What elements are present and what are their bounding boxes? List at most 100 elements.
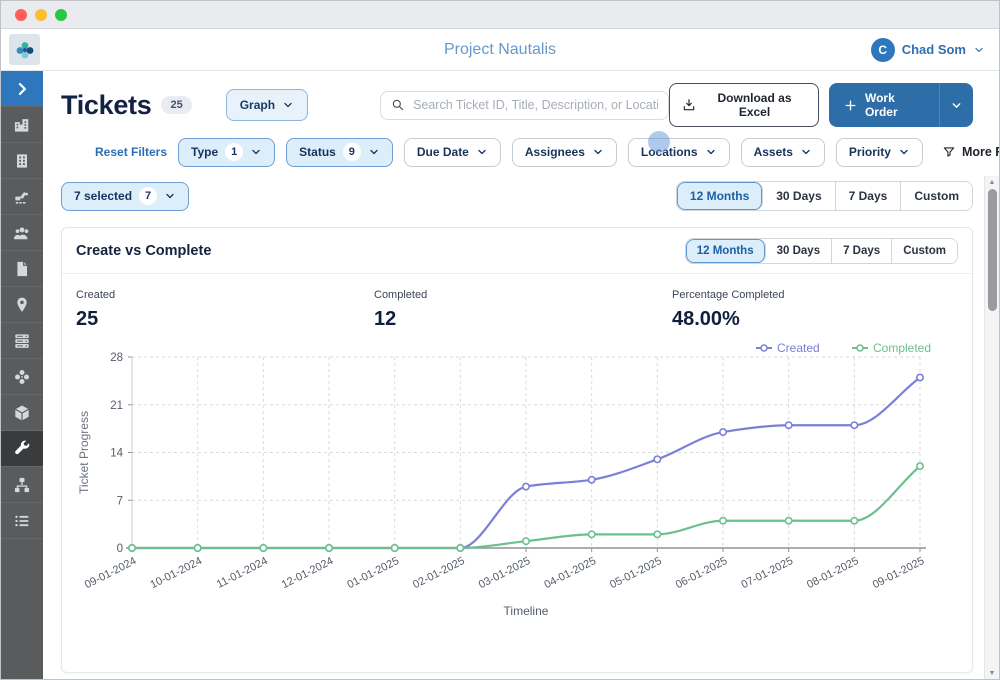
scroll-down-arrow[interactable]: ▼: [989, 667, 996, 679]
reset-filters-link[interactable]: Reset Filters: [95, 145, 167, 159]
line-chart-svg: 0714212809-01-202410-01-202411-01-202412…: [70, 343, 960, 621]
sidebar-item-list[interactable]: [1, 503, 43, 539]
sidebar-item-location-pin[interactable]: [1, 287, 43, 323]
list-icon: [12, 511, 32, 531]
create-vs-complete-card: Create vs Complete 12 Months30 Days7 Day…: [61, 227, 973, 673]
sidebar-item-excavator[interactable]: [1, 179, 43, 215]
svg-text:05-01-2025: 05-01-2025: [608, 555, 664, 591]
macos-titlebar: [1, 1, 999, 29]
card-title: Create vs Complete: [76, 243, 211, 259]
range-tab-12-months[interactable]: 12 Months: [686, 239, 766, 263]
chevron-down-icon: [800, 146, 812, 158]
building-icon: [12, 151, 32, 171]
search-icon: [391, 98, 405, 112]
range-tab-custom[interactable]: Custom: [892, 239, 957, 263]
stat-created: Created 25: [76, 289, 374, 331]
svg-text:10-01-2024: 10-01-2024: [148, 555, 204, 591]
minimize-window-button[interactable]: [35, 9, 47, 21]
range-tab-7-days[interactable]: 7 Days: [832, 239, 892, 263]
filter-chip-assets[interactable]: Assets: [741, 138, 825, 167]
plus-icon: [844, 99, 857, 112]
svg-text:02-01-2025: 02-01-2025: [411, 555, 467, 591]
svg-text:04-01-2025: 04-01-2025: [542, 555, 598, 591]
svg-text:03-01-2025: 03-01-2025: [477, 555, 533, 591]
filter-chip-type[interactable]: Type1: [178, 138, 275, 167]
range-tab-30-days[interactable]: 30 Days: [766, 239, 832, 263]
document-icon: [12, 259, 32, 279]
sidebar-item-wrench[interactable]: [1, 431, 43, 467]
user-menu[interactable]: C Chad Som: [871, 38, 985, 62]
sidebar-item-document[interactable]: [1, 251, 43, 287]
sidebar-item-building[interactable]: [1, 143, 43, 179]
chip-count-badge: 9: [343, 143, 361, 161]
team-icon: [12, 223, 32, 243]
filter-chip-locations[interactable]: Locations: [628, 138, 730, 167]
range-tab-custom[interactable]: Custom: [901, 182, 972, 210]
stat-percentage-completed: Percentage Completed 48.00%: [672, 289, 970, 331]
svg-text:06-01-2025: 06-01-2025: [674, 555, 730, 591]
download-as-excel-button[interactable]: Download as Excel: [669, 83, 819, 127]
scrollbar-thumb[interactable]: [988, 189, 997, 311]
zoom-window-button[interactable]: [55, 9, 67, 21]
more-filters-button[interactable]: More Filters: [942, 145, 999, 159]
logo-icon: [13, 38, 37, 62]
close-window-button[interactable]: [15, 9, 27, 21]
chevron-down-icon: [250, 146, 262, 158]
sitemap-icon: [12, 475, 32, 495]
sidebar-item-chevron-right[interactable]: [1, 71, 43, 107]
chevron-down-icon: [368, 146, 380, 158]
sidebar-item-team[interactable]: [1, 215, 43, 251]
svg-text:21: 21: [110, 400, 123, 412]
sidebar-item-cube[interactable]: [1, 395, 43, 431]
svg-text:09-01-2025: 09-01-2025: [871, 555, 927, 591]
sidebar-item-fan[interactable]: [1, 359, 43, 395]
filter-chip-assignees[interactable]: Assignees: [512, 138, 617, 167]
columns-selected-dropdown[interactable]: 7 selected 7: [61, 182, 189, 211]
app-header: Project Nautalis C Chad Som: [1, 29, 999, 71]
ticket-count-badge: 25: [161, 96, 191, 114]
range-tab-30-days[interactable]: 30 Days: [763, 182, 835, 210]
svg-text:7: 7: [117, 495, 123, 507]
svg-text:08-01-2025: 08-01-2025: [805, 555, 861, 591]
work-order-split-button: Work Order: [829, 83, 973, 127]
create-vs-complete-chart: 0714212809-01-202410-01-202411-01-202412…: [70, 343, 972, 621]
chevron-down-icon: [973, 44, 985, 56]
sidebar-item-city[interactable]: [1, 107, 43, 143]
svg-text:Ticket Progress: Ticket Progress: [77, 411, 91, 494]
chevron-down-icon: [898, 146, 910, 158]
chevron-down-icon: [164, 190, 176, 202]
sidebar-item-sitemap[interactable]: [1, 467, 43, 503]
sidebar-item-server[interactable]: [1, 323, 43, 359]
filter-chip-priority[interactable]: Priority: [836, 138, 923, 167]
svg-text:28: 28: [110, 352, 123, 364]
svg-text:Completed: Completed: [873, 343, 931, 355]
app-logo[interactable]: [9, 34, 40, 65]
page-range-tabs: 12 Months30 Days7 DaysCustom: [676, 181, 973, 211]
work-order-dropdown-toggle[interactable]: [940, 83, 973, 127]
svg-text:14: 14: [110, 448, 123, 460]
selection-row: 7 selected 7 12 Months30 Days7 DaysCusto…: [61, 181, 973, 211]
search-input[interactable]: [413, 98, 658, 112]
filter-chip-due-date[interactable]: Due Date: [404, 138, 501, 167]
page-title-header: Project Nautalis: [1, 41, 999, 59]
view-mode-dropdown[interactable]: Graph: [226, 89, 308, 121]
stat-completed: Completed 12: [374, 289, 672, 331]
search-bar[interactable]: [380, 91, 669, 120]
city-icon: [12, 115, 32, 135]
card-range-tabs: 12 Months30 Days7 DaysCustom: [685, 238, 958, 264]
range-tab-12-months[interactable]: 12 Months: [677, 182, 763, 210]
filter-chip-status[interactable]: Status9: [286, 138, 393, 167]
scroll-up-arrow[interactable]: ▲: [989, 176, 996, 188]
download-icon: [682, 98, 696, 112]
add-work-order-button[interactable]: Work Order: [829, 83, 940, 127]
user-name: Chad Som: [902, 42, 966, 57]
summary-stats: Created 25 Completed 12 Percentage Compl…: [62, 274, 972, 331]
cube-icon: [12, 403, 32, 423]
funnel-icon: [942, 145, 956, 159]
scrollbar[interactable]: ▲ ▼: [984, 176, 999, 679]
svg-text:0: 0: [117, 543, 123, 555]
svg-text:07-01-2025: 07-01-2025: [739, 555, 795, 591]
range-tab-7-days[interactable]: 7 Days: [836, 182, 902, 210]
chevron-down-icon: [282, 99, 294, 111]
page-title: Tickets: [61, 90, 151, 121]
